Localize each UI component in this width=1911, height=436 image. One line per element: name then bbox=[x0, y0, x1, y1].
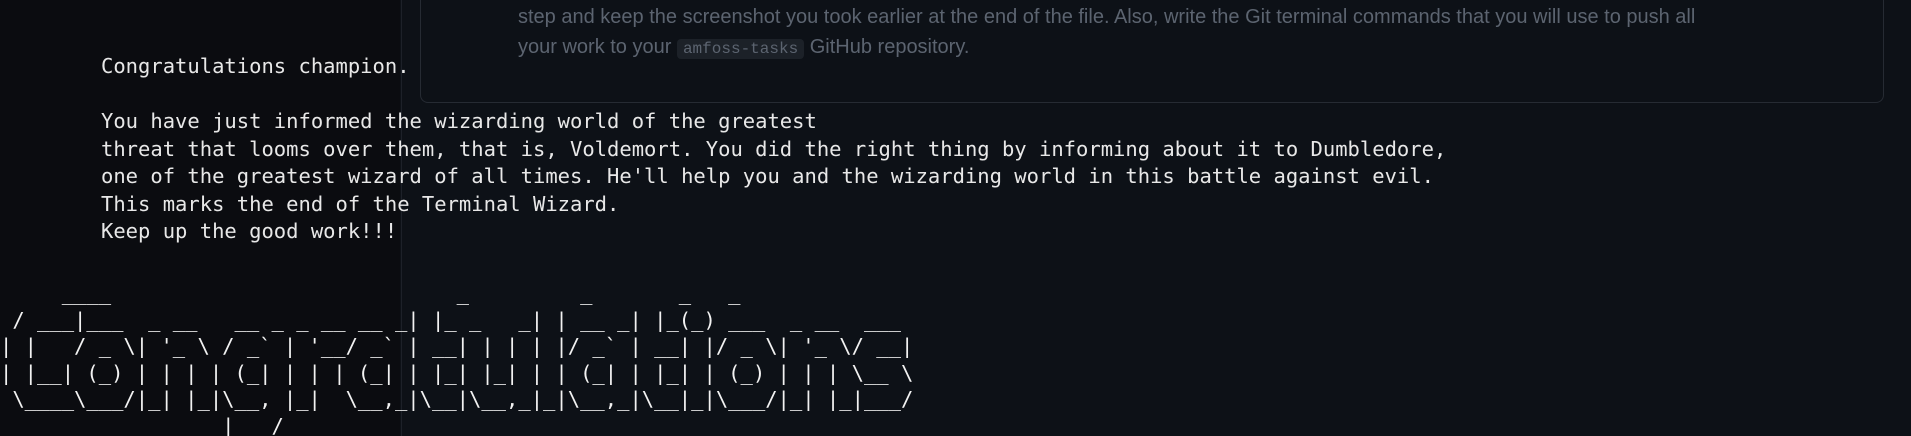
screen: step and keep the screenshot you took ea… bbox=[0, 0, 1911, 436]
ascii-art-congratulations: ____ _ _ _ _ / ___|___ _ __ __ _ _ __ __… bbox=[0, 281, 914, 436]
terminal-line: one of the greatest wizard of all times.… bbox=[101, 164, 1434, 188]
terminal-line: Keep up the good work!!! bbox=[101, 219, 398, 243]
terminal-line: Congratulations champion. bbox=[101, 54, 410, 78]
terminal-output: Congratulations champion. You have just … bbox=[0, 0, 1911, 436]
terminal-line: You have just informed the wizarding wor… bbox=[101, 109, 817, 133]
terminal-line: This marks the end of the Terminal Wizar… bbox=[101, 192, 620, 216]
terminal-line: threat that looms over them, that is, Vo… bbox=[101, 137, 1447, 161]
